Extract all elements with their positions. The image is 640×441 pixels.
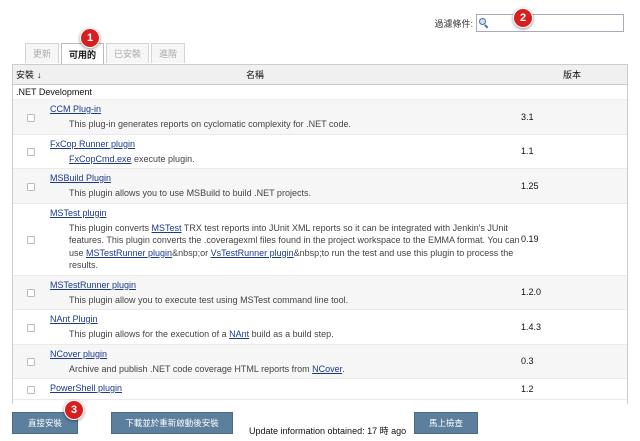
name-cell: MSTestRunner plugin This plugin allow you… [49, 276, 521, 310]
install-checkbox[interactable] [27, 323, 35, 332]
plugin-version: 1.2.0 [521, 287, 542, 298]
plugin-version: 0.19 [521, 234, 539, 244]
plugin-name-link[interactable]: MSTestRunner plugin [50, 278, 521, 293]
install-cell [13, 345, 49, 379]
description-link[interactable]: NCover [312, 364, 342, 374]
install-cell [13, 276, 49, 310]
description-link[interactable]: MSTest [152, 223, 182, 233]
plugin-name-link[interactable]: MSTest plugin [50, 206, 521, 221]
tab-advanced[interactable]: 進階 [151, 43, 186, 63]
plugin-description: This plugin allows for the execution of … [50, 327, 521, 341]
update-info-text: Update information obtained: 17 時 ago [249, 426, 407, 436]
plugin-name-link[interactable]: FxCop Runner plugin [50, 137, 521, 152]
description-text: &nbsp;or [172, 247, 211, 258]
tab-updates[interactable]: 更新 [25, 43, 60, 63]
annotation-badge-2: 2 [513, 8, 533, 28]
description-text: Archive and publish .NET code coverage H… [69, 363, 313, 374]
annotation-badge-1: 1 [80, 28, 100, 48]
plugin-description: This plugin allows you to use MSBuild to… [50, 186, 521, 200]
plugin-version: 1.25 [521, 180, 539, 191]
plugin-description: This plugin allow you to execute test us… [50, 293, 521, 307]
plugin-version: 1.2 [521, 384, 534, 394]
plugin-description: This plugin converts MSTest TRX test rep… [50, 221, 521, 272]
description-text: This plug-in generates reports on cyclom… [69, 119, 351, 129]
install-checkbox[interactable] [27, 182, 35, 191]
install-checkbox[interactable] [27, 289, 35, 298]
tab-installed[interactable]: 已安裝 [106, 43, 150, 63]
plugin-description: Archive and publish .NET code coverage H… [50, 362, 521, 376]
category-row: .NET Development [13, 85, 627, 100]
description-link[interactable]: FxCopCmd.exe [69, 154, 132, 164]
plugin-name-link[interactable]: CCM Plug-in [50, 102, 521, 117]
plugin-rows: CCM Plug-in This plug-in generates report… [13, 100, 627, 400]
filter-input-box[interactable] [476, 14, 624, 32]
install-checkbox[interactable] [27, 113, 35, 122]
table-row: MSTest plugin This plugin converts MSTest… [13, 203, 627, 276]
name-cell: NAnt Plugin This plugin allows for the ex… [49, 310, 521, 344]
column-install-label: 安裝 [16, 70, 35, 80]
plugin-version: 0.3 [521, 356, 534, 367]
search-icon [479, 18, 489, 29]
install-checkbox[interactable] [27, 236, 35, 244]
name-cell: MSTest plugin This plugin converts MSTest… [49, 204, 521, 275]
action-bar: 直接安裝 下載並於重新啟動後安裝 Update information obta… [0, 412, 640, 436]
install-checkbox[interactable] [27, 358, 35, 367]
table-row: MSBuild Plugin This plugin allows you to … [13, 169, 627, 204]
filter-label: 過濾條件: [434, 18, 473, 29]
annotation-badge-3: 3 [64, 400, 84, 420]
plugin-version: 1.1 [521, 146, 534, 157]
description-text: execute plugin. [131, 153, 195, 164]
table-row: NAnt Plugin This plugin allows for the ex… [13, 310, 627, 345]
table-header: 安裝 ↓ 名稱 版本 [13, 65, 627, 85]
description-link[interactable]: VsTestRunner plugin [211, 248, 294, 258]
name-cell: MSBuild Plugin This plugin allows you to … [49, 169, 521, 203]
plugin-description: FxCopCmd.exe execute plugin. [50, 152, 521, 166]
description-link[interactable]: MSTestRunner plugin [86, 248, 172, 258]
description-text: This plugin allows you to use MSBuild to… [69, 188, 311, 198]
plugin-version: 1.4.3 [521, 321, 542, 332]
name-cell: NCover plugin Archive and publish .NET co… [49, 345, 521, 379]
plugin-table: 安裝 ↓ 名稱 版本 .NET Development CCM Plug-in T… [12, 64, 628, 404]
description-text: This plugin converts [69, 222, 152, 233]
install-checkbox[interactable] [27, 386, 35, 394]
column-header-name[interactable]: 名稱 [49, 68, 521, 81]
column-header-version[interactable]: 版本 [521, 68, 627, 81]
install-cell [13, 204, 49, 275]
install-cell [13, 310, 49, 344]
plugin-description: This plug-in generates reports on cyclom… [50, 117, 521, 131]
install-cell [13, 135, 49, 169]
install-checkbox[interactable] [27, 148, 35, 157]
plugin-name-link[interactable]: NCover plugin [50, 347, 521, 362]
plugin-version: 3.1 [521, 111, 534, 122]
filter-input[interactable] [491, 16, 623, 30]
plugin-name-link[interactable]: MSBuild Plugin [50, 171, 521, 186]
table-row: NCover plugin Archive and publish .NET co… [13, 344, 627, 379]
description-text: This plugin allows for the execution of … [69, 329, 230, 339]
download-install-after-restart-button[interactable]: 下載並於重新啟動後安裝 [111, 412, 233, 434]
check-now-button[interactable]: 馬上檢查 [414, 412, 478, 434]
name-cell: FxCop Runner plugin FxCopCmd.exe execute … [49, 135, 521, 169]
column-header-install[interactable]: 安裝 ↓ [13, 68, 49, 81]
install-cell [13, 379, 49, 399]
name-cell: CCM Plug-in This plug-in generates report… [49, 100, 521, 134]
table-row: PowerShell plugin 1.2 [13, 379, 627, 400]
install-cell [13, 169, 49, 203]
plugin-name-link[interactable]: PowerShell plugin [50, 381, 521, 396]
name-cell: PowerShell plugin [49, 379, 521, 399]
table-row: FxCop Runner plugin FxCopCmd.exe execute … [13, 134, 627, 169]
table-row: CCM Plug-in This plug-in generates report… [13, 100, 627, 135]
install-cell [13, 100, 49, 134]
sort-down-icon: ↓ [37, 69, 42, 80]
tab-available[interactable]: 可用的 [61, 43, 105, 64]
description-text: build as a build step. [249, 329, 334, 339]
description-link[interactable]: NAnt [229, 329, 249, 339]
description-text: . [342, 363, 345, 374]
plugin-name-link[interactable]: NAnt Plugin [50, 312, 521, 327]
table-row: MSTestRunner plugin This plugin allow you… [13, 275, 627, 310]
tab-bar: 更新 可用的 已安裝 進階 [25, 43, 187, 64]
description-text: This plugin allow you to execute test us… [69, 294, 349, 305]
